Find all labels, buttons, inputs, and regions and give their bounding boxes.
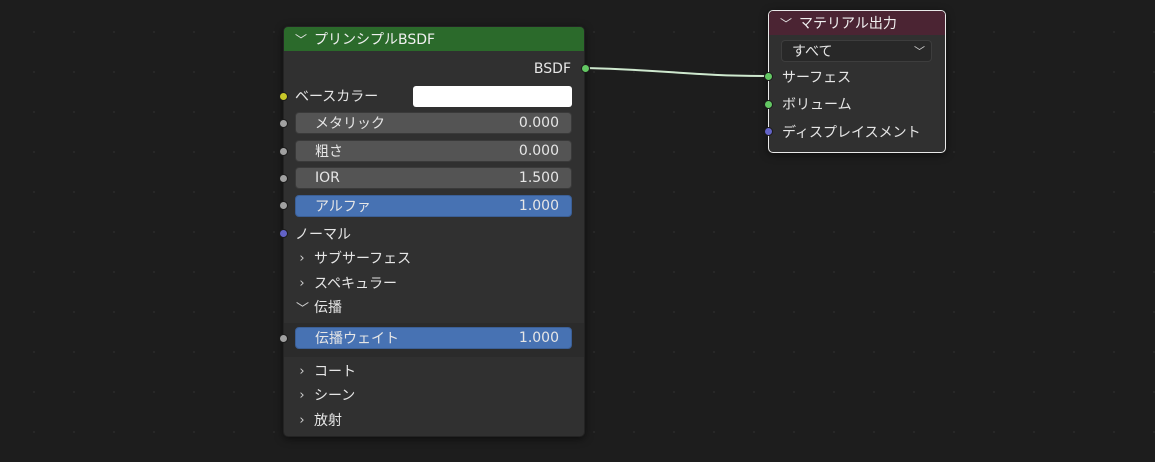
- base-color-socket[interactable]: [279, 92, 288, 101]
- output-node-title: マテリアル出力: [799, 16, 897, 32]
- normal-socket[interactable]: [279, 229, 288, 238]
- surface-input-row: サーフェス: [769, 65, 945, 89]
- metallic-label: メタリック: [315, 116, 385, 132]
- panel-emission-label: 放射: [314, 413, 342, 429]
- chevron-down-icon: ﹀: [914, 45, 925, 58]
- panel-emission[interactable]: › 放射: [284, 408, 584, 432]
- metallic-slider[interactable]: メタリック 0.000: [295, 112, 572, 134]
- transmission-weight-label: 伝播ウェイト: [315, 331, 399, 347]
- chevron-right-icon: ›: [299, 412, 305, 428]
- chevron-right-icon: ›: [299, 363, 305, 379]
- panel-subsurface-label: サブサーフェス: [314, 251, 412, 267]
- panel-transmission[interactable]: ﹀ 伝播: [284, 295, 584, 319]
- surface-input-socket[interactable]: [764, 72, 773, 81]
- volume-input-row: ボリューム: [769, 92, 945, 116]
- chevron-right-icon: ›: [299, 275, 305, 291]
- chevron-down-icon: ﹀: [296, 301, 310, 317]
- transmission-weight-slider[interactable]: 伝播ウェイト 1.000: [295, 327, 572, 349]
- ior-value: 1.500: [518, 170, 559, 186]
- panel-sheen[interactable]: › シーン: [284, 383, 584, 407]
- material-output-node[interactable]: ﹀ マテリアル出力 すべて ﹀ サーフェス ボリューム ディスプレイスメント: [764, 10, 946, 153]
- panel-transmission-label: 伝播: [314, 300, 342, 316]
- panel-subsurface[interactable]: › サブサーフェス: [284, 246, 584, 270]
- alpha-socket[interactable]: [279, 201, 288, 210]
- panel-sheen-label: シーン: [314, 388, 356, 404]
- roughness-socket[interactable]: [279, 147, 288, 156]
- volume-input-label: ボリューム: [782, 97, 852, 113]
- target-select-value: すべて: [792, 44, 833, 60]
- roughness-row: 粗さ 0.000: [284, 139, 584, 163]
- bsdf-output-socket[interactable]: [581, 64, 590, 73]
- transmission-weight-socket[interactable]: [279, 334, 288, 343]
- base-color-label: ベースカラー: [295, 89, 379, 105]
- bsdf-node-title: プリンシプルBSDF: [314, 32, 436, 48]
- chevron-down-icon[interactable]: ﹀: [779, 15, 793, 32]
- chevron-right-icon: ›: [299, 250, 305, 266]
- metallic-row: メタリック 0.000: [284, 111, 584, 135]
- transmission-weight-row: 伝播ウェイト 1.000: [284, 326, 584, 350]
- volume-input-socket[interactable]: [764, 100, 773, 109]
- panel-specular[interactable]: › スペキュラー: [284, 271, 584, 295]
- base-color-row: ベースカラー: [284, 84, 584, 108]
- ior-socket[interactable]: [279, 174, 288, 183]
- target-select[interactable]: すべて ﹀: [781, 40, 932, 62]
- panel-coat[interactable]: › コート: [284, 359, 584, 383]
- displacement-input-label: ディスプレイスメント: [782, 125, 921, 141]
- alpha-value: 1.000: [518, 198, 559, 214]
- alpha-label: アルファ: [315, 199, 371, 215]
- roughness-value: 0.000: [518, 143, 559, 159]
- ior-label: IOR: [315, 170, 340, 186]
- alpha-row: アルファ 1.000: [284, 194, 584, 218]
- surface-input-label: サーフェス: [782, 70, 852, 86]
- chevron-down-icon[interactable]: ﹀: [294, 31, 308, 48]
- base-color-swatch[interactable]: [413, 85, 572, 107]
- principled-bsdf-node[interactable]: ﹀ プリンシプルBSDF BSDF ベースカラー メタリック 0.000 粗さ …: [279, 26, 590, 437]
- ior-row: IOR 1.500: [284, 166, 584, 190]
- bsdf-output-row: BSDF: [284, 57, 584, 81]
- displacement-input-socket[interactable]: [764, 127, 773, 136]
- normal-row: ノーマル: [284, 222, 584, 246]
- panel-coat-label: コート: [314, 364, 356, 380]
- roughness-slider[interactable]: 粗さ 0.000: [295, 140, 572, 162]
- ior-slider[interactable]: IOR 1.500: [295, 167, 572, 189]
- chevron-right-icon: ›: [299, 387, 305, 403]
- bsdf-output-label: BSDF: [533, 61, 571, 77]
- roughness-label: 粗さ: [315, 144, 343, 160]
- displacement-input-row: ディスプレイスメント: [769, 120, 945, 144]
- metallic-socket[interactable]: [279, 119, 288, 128]
- bsdf-node-header[interactable]: ﹀ プリンシプルBSDF: [284, 27, 584, 51]
- normal-label: ノーマル: [295, 227, 351, 243]
- output-node-header[interactable]: ﹀ マテリアル出力: [769, 11, 945, 35]
- panel-specular-label: スペキュラー: [314, 276, 398, 292]
- alpha-slider[interactable]: アルファ 1.000: [295, 195, 572, 217]
- metallic-value: 0.000: [518, 115, 559, 131]
- transmission-weight-value: 1.000: [518, 330, 559, 346]
